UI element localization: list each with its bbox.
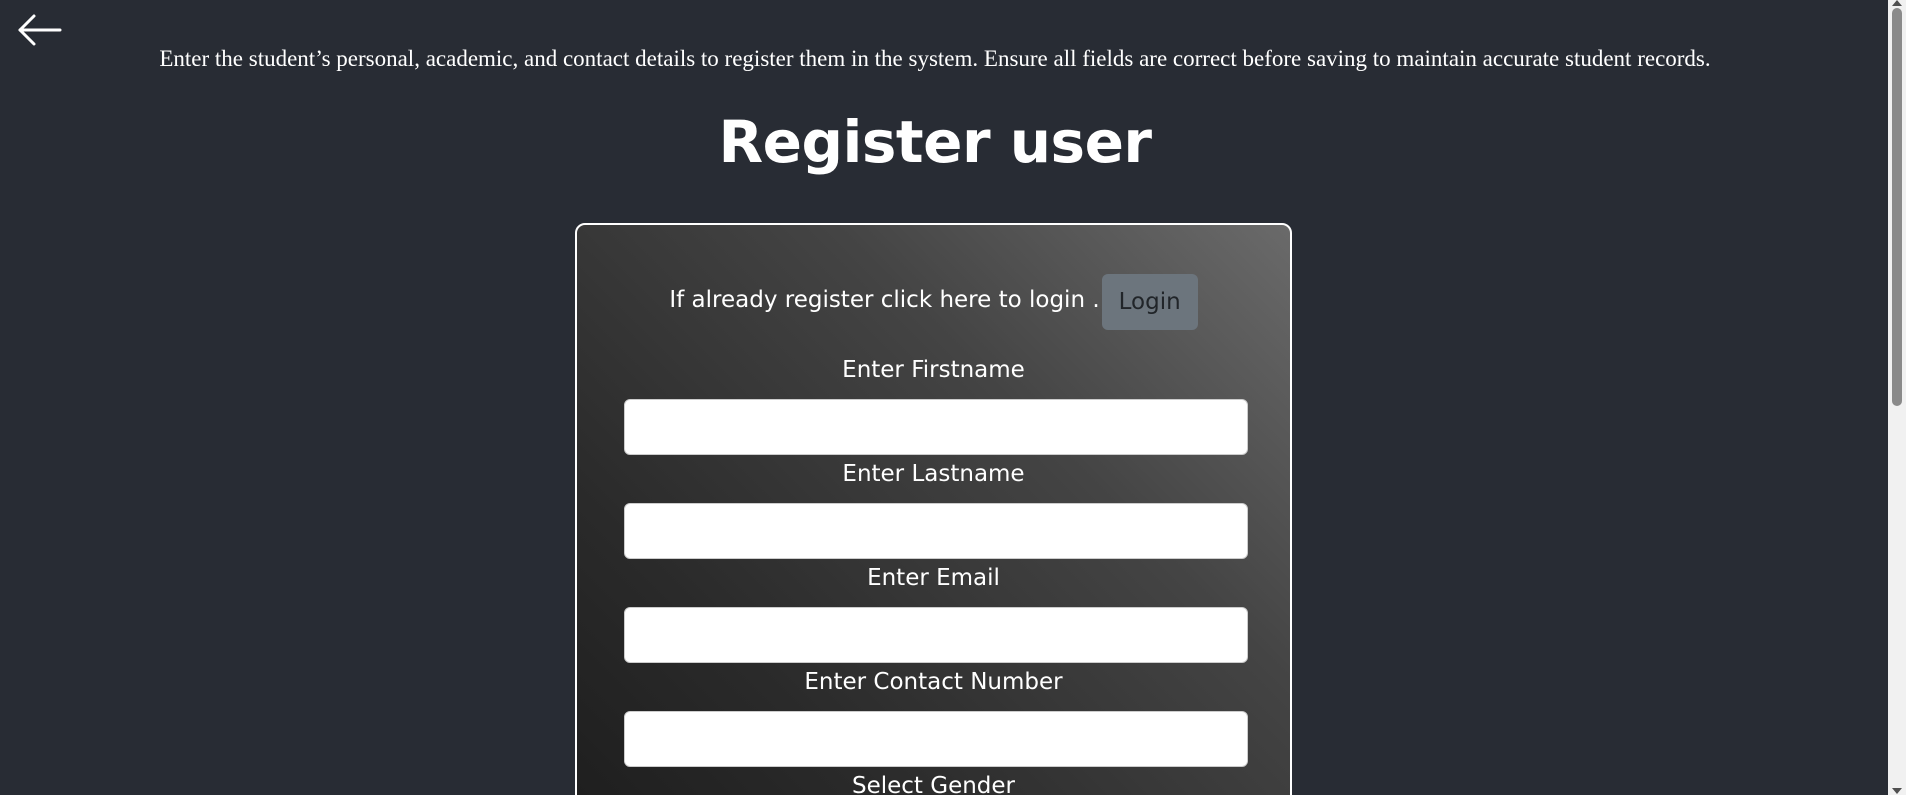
vertical-scrollbar[interactable] (1888, 0, 1906, 795)
register-page: Enter the student’s personal, academic, … (0, 0, 1906, 795)
scroll-down-arrow-icon[interactable] (1892, 788, 1902, 794)
login-prompt-text: If already register click here to login … (669, 287, 1100, 313)
lastname-label: Enter Lastname (842, 461, 1025, 487)
firstname-label: Enter Firstname (842, 357, 1025, 383)
firstname-input[interactable] (624, 399, 1248, 455)
contact-number-input[interactable] (624, 711, 1248, 767)
email-input[interactable] (624, 607, 1248, 663)
intro-text: Enter the student’s personal, academic, … (159, 46, 1711, 71)
scroll-up-arrow-icon[interactable] (1892, 0, 1902, 6)
gender-label: Select Gender (851, 773, 1016, 795)
back-arrow-icon[interactable] (16, 12, 64, 48)
contact-number-label: Enter Contact Number (804, 669, 1063, 695)
registration-form-card: If already register click here to login … (575, 223, 1292, 795)
email-label: Enter Email (867, 565, 1000, 591)
lastname-input[interactable] (624, 503, 1248, 559)
login-button[interactable]: Login (1101, 274, 1198, 330)
scrollbar-thumb[interactable] (1892, 8, 1902, 406)
page-title: Register user (718, 108, 1152, 176)
login-prompt-row: If already register click here to login … (577, 270, 1290, 330)
